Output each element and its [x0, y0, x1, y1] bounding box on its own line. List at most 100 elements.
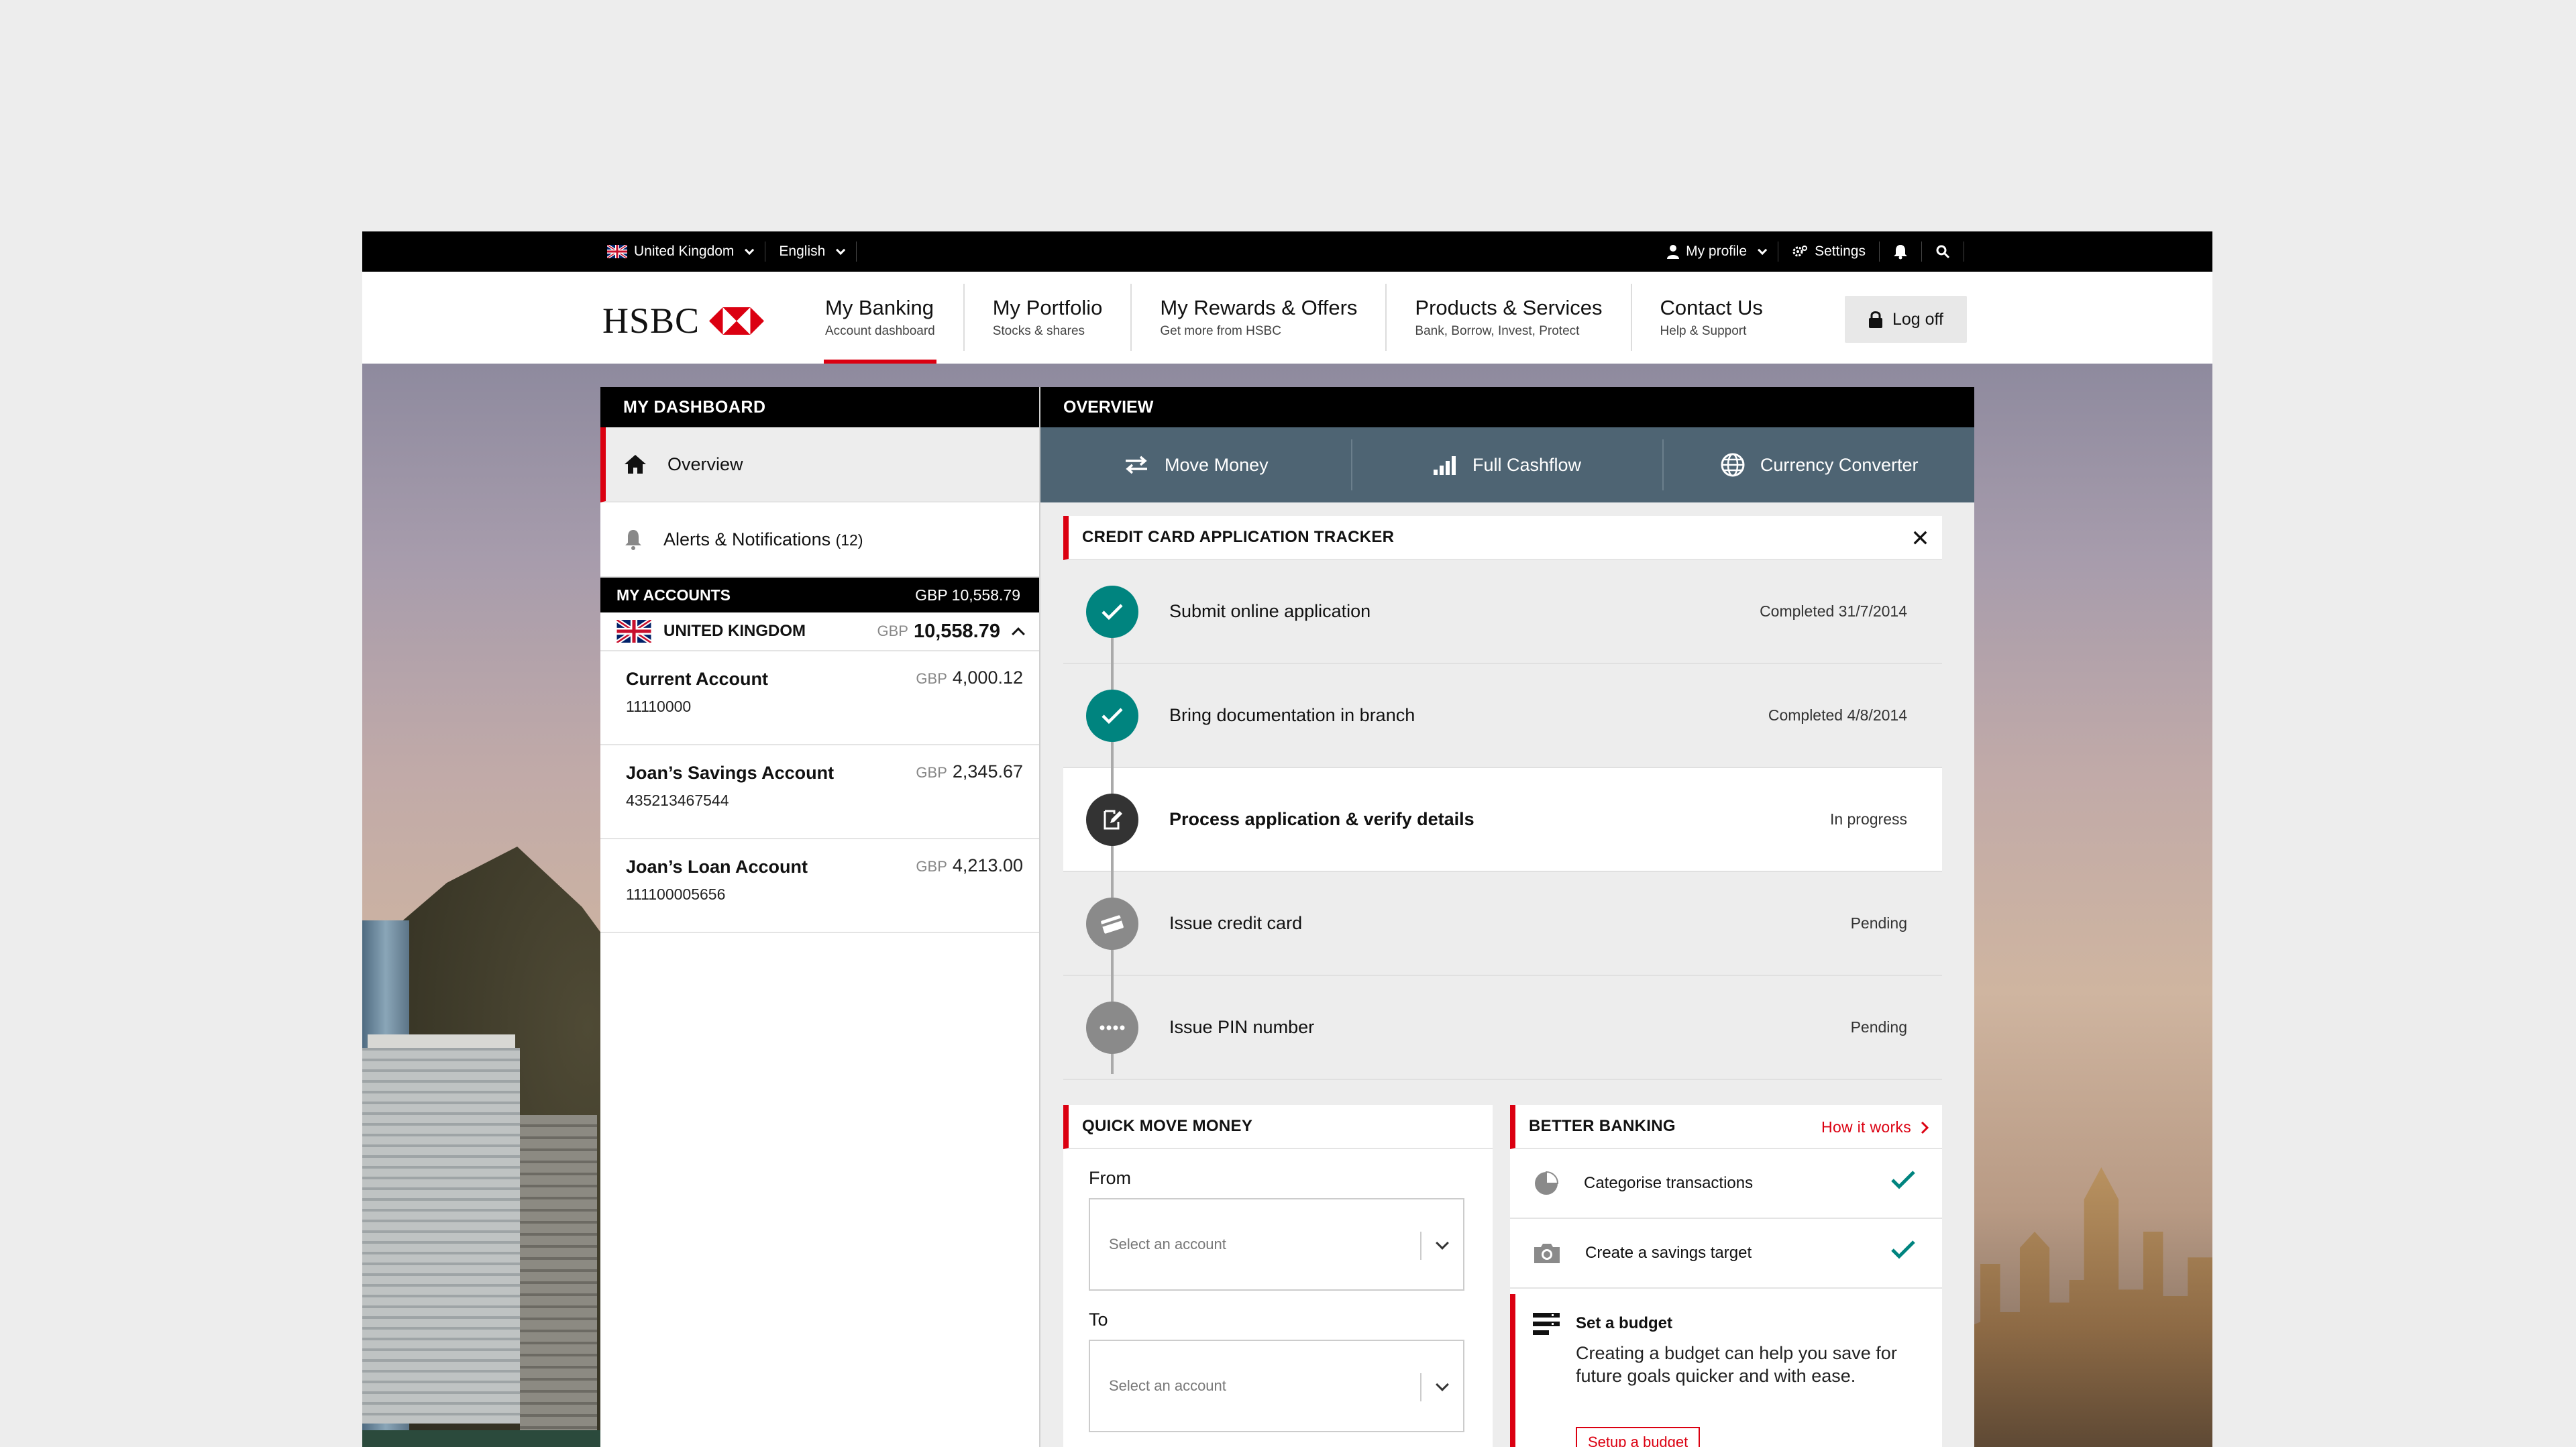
budget-title: Set a budget: [1576, 1314, 1673, 1332]
lock-icon: [1868, 311, 1882, 328]
dashboard-heading: MY DASHBOARD: [600, 387, 1039, 427]
search-icon: [1936, 245, 1950, 259]
browser-frame: United Kingdom English My profile Settin…: [362, 231, 2212, 1447]
profile-label: My profile: [1686, 244, 1748, 259]
logo-text: HSBC: [602, 301, 700, 341]
main-navigation: My Banking Account dashboard My Portfoli…: [824, 272, 1791, 364]
nav-subtitle: Bank, Borrow, Invest, Protect: [1415, 324, 1580, 338]
tracker-step-in-progress: Process application & verify details In …: [1063, 768, 1942, 872]
account-row-current[interactable]: Current Account 11110000 GBP 4,000.12: [600, 651, 1039, 745]
region-group-uk[interactable]: UNITED KINGDOM GBP 10,558.79: [600, 612, 1039, 651]
uk-flag-icon: [607, 245, 627, 258]
step-status: Completed 31/7/2014: [1760, 602, 1907, 620]
log-off-label: Log off: [1892, 309, 1943, 329]
camera-icon: [1534, 1244, 1560, 1263]
check-icon: [1891, 1240, 1915, 1259]
country-selector[interactable]: United Kingdom: [607, 242, 766, 262]
language-selector[interactable]: English: [765, 242, 857, 262]
hsbc-hexagon-icon: [709, 307, 765, 335]
to-label: To: [1089, 1309, 1108, 1330]
nav-my-banking[interactable]: My Banking Account dashboard: [824, 284, 965, 364]
search-button[interactable]: [1922, 242, 1964, 262]
home-icon: [625, 455, 646, 474]
tower-shape: [520, 1115, 597, 1447]
better-banking-title: BETTER BANKING How it works: [1510, 1105, 1942, 1149]
bb-item-label: Create a savings target: [1585, 1244, 1752, 1262]
step-label: Bring documentation in branch: [1169, 705, 1415, 725]
sidebar-item-overview[interactable]: Overview: [600, 427, 1039, 502]
settings-link[interactable]: Settings: [1778, 242, 1880, 262]
to-account-select[interactable]: Select an account: [1089, 1340, 1464, 1432]
overview-heading: OVERVIEW: [1040, 387, 1974, 427]
currency-converter-button[interactable]: Currency Converter: [1664, 439, 1974, 490]
transfer-arrows-icon: [1126, 455, 1148, 474]
nav-title: My Portfolio: [992, 296, 1103, 319]
account-amount: 2,345.67: [952, 761, 1023, 782]
account-balance: GBP 4,000.12: [916, 667, 1023, 688]
bar-chart-icon: [1433, 456, 1456, 475]
how-it-works-link[interactable]: How it works: [1821, 1118, 1929, 1136]
sidebar-item-alerts[interactable]: Alerts & Notifications (12): [600, 502, 1039, 578]
country-label: United Kingdom: [634, 244, 735, 259]
step-status: In progress: [1829, 810, 1907, 828]
quick-actions-bar: Move Money Full Cashflow Currency Conver…: [1040, 427, 1974, 502]
notifications-button[interactable]: [1880, 242, 1922, 262]
sidebar-item-label: Alerts & Notifications (12): [663, 529, 863, 550]
tracker-step-pending: Issue PIN number Pending: [1063, 976, 1942, 1080]
account-row-savings[interactable]: Joan’s Savings Account 435213467544 GBP 2…: [600, 745, 1039, 839]
settings-label: Settings: [1815, 244, 1866, 259]
action-label: Move Money: [1165, 454, 1269, 475]
alerts-label: Alerts & Notifications: [663, 529, 831, 549]
better-banking-title-text: BETTER BANKING: [1529, 1117, 1676, 1135]
close-icon[interactable]: ✕: [1911, 525, 1930, 552]
account-number: 11110000: [626, 698, 692, 715]
from-account-select[interactable]: Select an account: [1089, 1198, 1464, 1291]
credit-card-tracker: CREDIT CARD APPLICATION TRACKER ✕ Submit…: [1063, 516, 1942, 1080]
nav-subtitle: Account dashboard: [825, 324, 935, 338]
nav-my-rewards[interactable]: My Rewards & Offers Get more from HSBC: [1132, 284, 1387, 351]
chevron-down-icon: [1758, 245, 1768, 255]
nav-subtitle: Get more from HSBC: [1160, 324, 1281, 338]
globe-icon: [1721, 453, 1745, 477]
nav-title: Contact Us: [1660, 296, 1763, 319]
bb-item-label: Categorise transactions: [1584, 1174, 1754, 1192]
log-off-button[interactable]: Log off: [1845, 296, 1967, 343]
chevron-down-icon: [836, 245, 846, 255]
region-amount: 10,558.79: [913, 620, 1000, 642]
bb-item-categorise[interactable]: Categorise transactions: [1510, 1149, 1942, 1219]
my-accounts-title: MY ACCOUNTS: [616, 586, 731, 604]
nav-title: My Rewards & Offers: [1160, 296, 1358, 319]
edit-document-icon: [1086, 794, 1138, 846]
account-currency: GBP: [916, 858, 947, 875]
step-label: Issue PIN number: [1169, 1017, 1315, 1037]
nav-title: Products & Services: [1415, 296, 1603, 319]
bb-item-savings-target[interactable]: Create a savings target: [1510, 1219, 1942, 1289]
full-cashflow-button[interactable]: Full Cashflow: [1352, 439, 1664, 490]
bell-icon: [625, 530, 641, 550]
step-status: Pending: [1850, 1018, 1907, 1036]
credit-card-icon: [1086, 898, 1138, 950]
select-divider: [1420, 1232, 1421, 1260]
setup-budget-button[interactable]: Setup a budget: [1576, 1426, 1701, 1447]
move-money-button[interactable]: Move Money: [1040, 439, 1352, 490]
account-balance: GBP 2,345.67: [916, 761, 1023, 782]
step-status: Completed 4/8/2014: [1768, 706, 1907, 724]
chevron-down-icon: [1436, 1236, 1449, 1250]
hsbc-logo[interactable]: HSBC: [602, 300, 765, 341]
chevron-up-icon: [1012, 627, 1025, 641]
step-label: Submit online application: [1169, 601, 1371, 621]
set-budget-promo: Set a budget Creating a budget can help …: [1510, 1294, 1942, 1447]
budget-list-icon: [1533, 1313, 1560, 1335]
nav-products-services[interactable]: Products & Services Bank, Borrow, Invest…: [1387, 284, 1632, 351]
select-divider: [1420, 1373, 1421, 1401]
hotel-tower-shape: [362, 1048, 520, 1424]
nav-contact-us[interactable]: Contact Us Help & Support: [1632, 284, 1791, 351]
check-icon: [1086, 690, 1138, 742]
language-label: English: [779, 244, 826, 259]
profile-menu[interactable]: My profile: [1667, 242, 1779, 262]
account-row-loan[interactable]: Joan’s Loan Account 111100005656 GBP 4,21…: [600, 839, 1039, 933]
check-icon: [1891, 1171, 1915, 1189]
nav-my-portfolio[interactable]: My Portfolio Stocks & shares: [965, 284, 1132, 351]
tracker-step-pending: Issue credit card Pending: [1063, 872, 1942, 976]
sidebar-item-label: Overview: [667, 453, 743, 474]
